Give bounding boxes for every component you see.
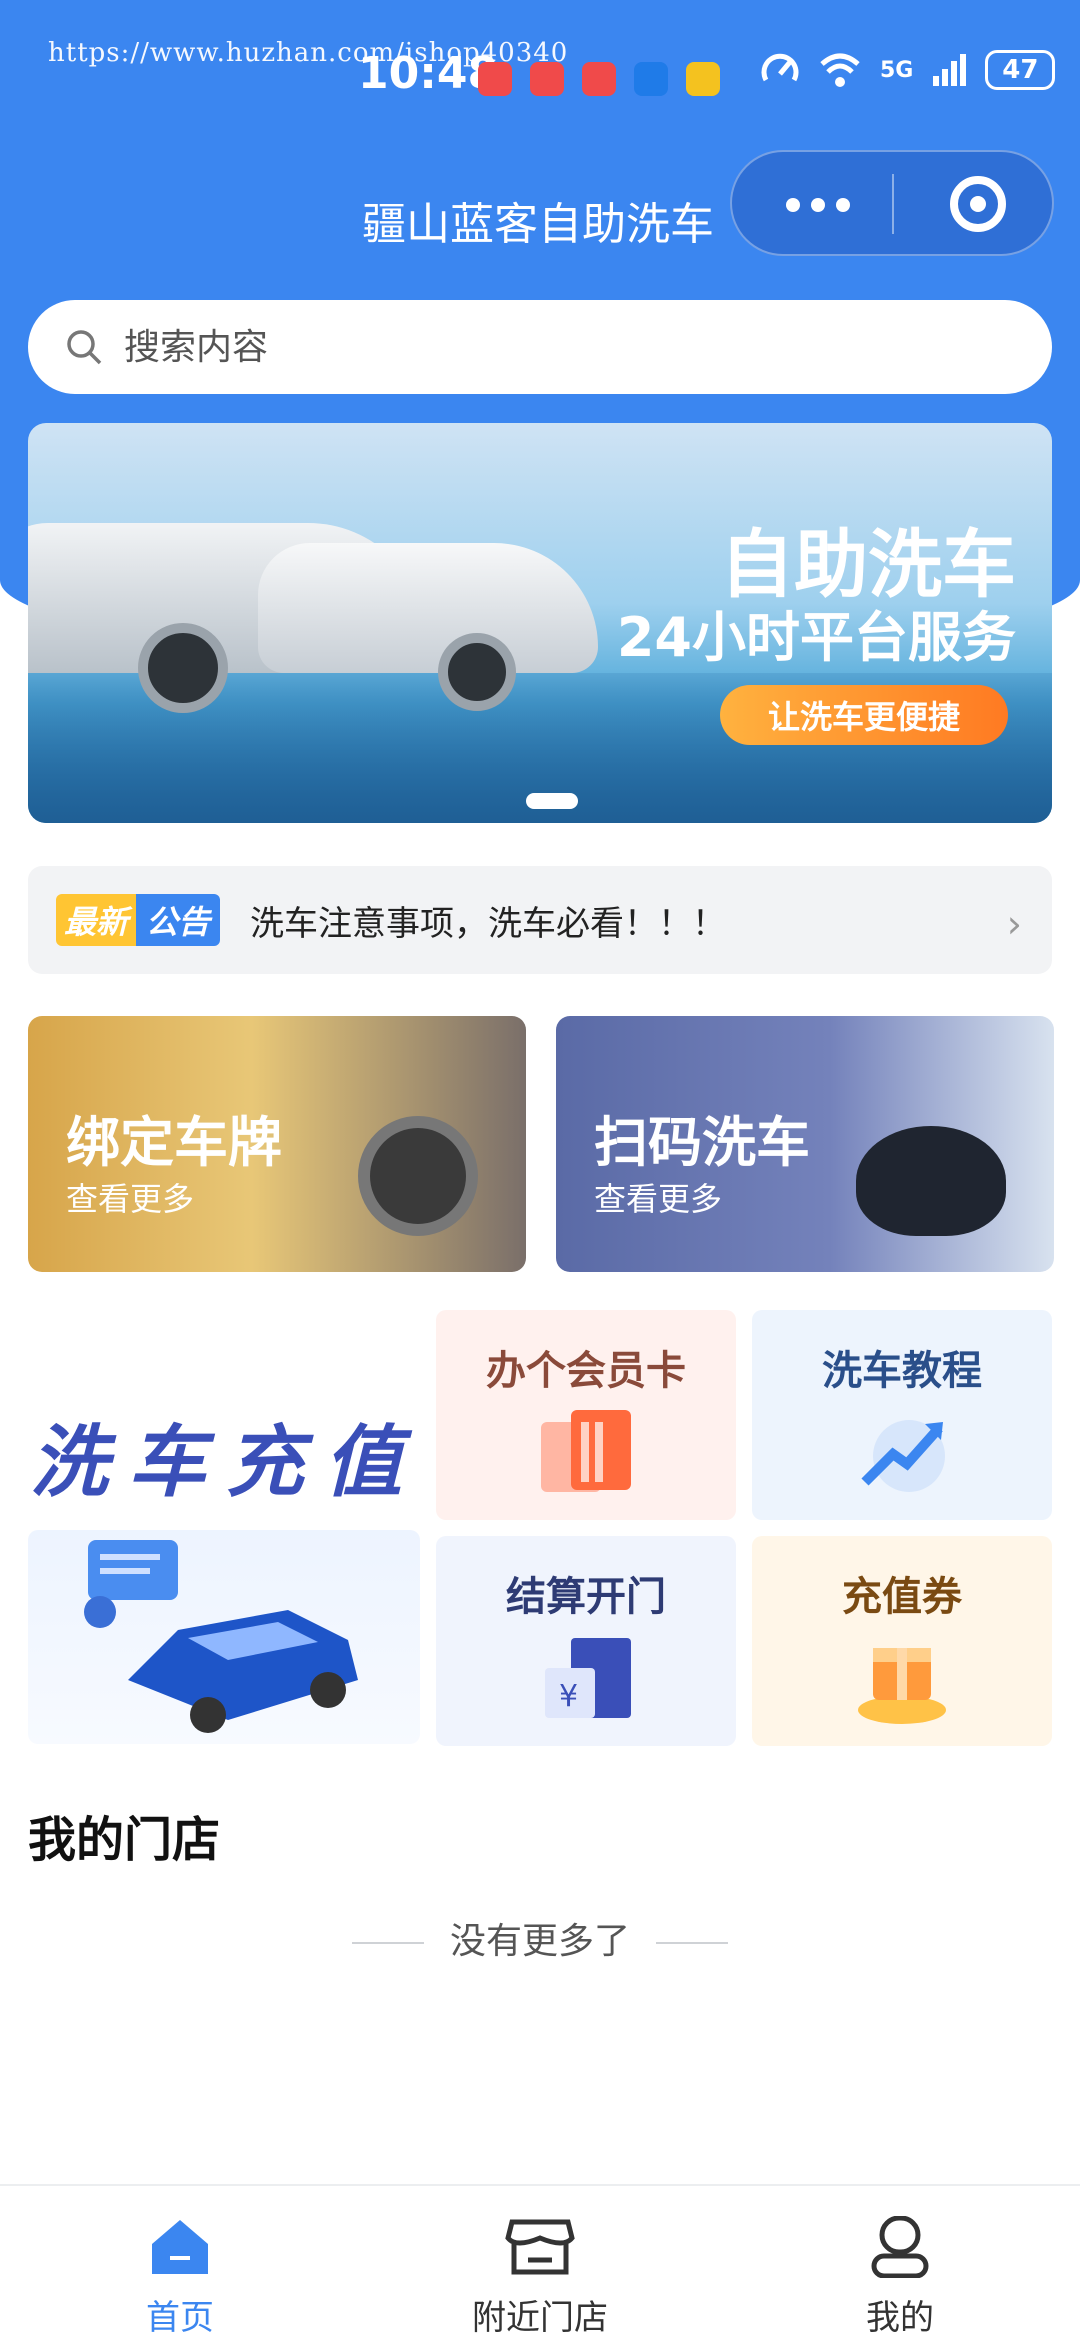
battery-level: 47: [1002, 55, 1039, 85]
home-icon: [152, 2220, 208, 2274]
notice-badge-left: 最新: [56, 894, 137, 946]
banner-subtitle: 24小时平台服务: [616, 606, 1016, 669]
member-card-tile[interactable]: 办个会员卡: [436, 1310, 736, 1520]
tile-label: 办个会员卡: [486, 1348, 686, 1394]
watermark: https://www.huzhan.com/ishop40340: [48, 38, 569, 68]
speed-icon: [761, 53, 799, 82]
notice-badge-right: 公告: [136, 894, 221, 946]
wash-tutorial-tile[interactable]: 洗车教程: [752, 1310, 1052, 1520]
search-bar[interactable]: [28, 300, 1052, 394]
scan-wash-card[interactable]: 扫码洗车 查看更多: [556, 1016, 1054, 1272]
svg-text:¥: ¥: [559, 1679, 578, 1714]
notice-text: 洗车注意事项，洗车必看！！！: [250, 903, 727, 944]
chevron-right-icon: ›: [1006, 902, 1022, 946]
page-title: 疆山蓝客自助洗车: [362, 199, 714, 250]
no-more-indicator: 没有更多了: [0, 1912, 1080, 1964]
wifi-icon: [820, 53, 860, 87]
car-wheel-image: [358, 1116, 478, 1236]
more-dots-icon[interactable]: [786, 198, 850, 212]
user-icon: [871, 2215, 929, 2279]
signal-label: 5G: [880, 57, 914, 83]
tab-mine[interactable]: 我的: [800, 2215, 1000, 2339]
battery-icon: 47: [985, 50, 1056, 90]
tile-label: 充值券: [842, 1574, 962, 1620]
app-notification-icon: [634, 62, 668, 96]
divider-line: [656, 1942, 728, 1944]
store-icon: [505, 2219, 575, 2275]
notice-bar[interactable]: 最新 公告 洗车注意事项，洗车必看！！！ ›: [28, 866, 1052, 974]
mini-program-capsule: [730, 150, 1054, 256]
target-circle-icon[interactable]: [950, 176, 1006, 232]
recharge-voucher-tile[interactable]: 充值券: [752, 1536, 1052, 1746]
my-stores-title: 我的门店: [28, 1812, 221, 1868]
carousel-indicator: [526, 793, 578, 809]
tile-label: 洗车教程: [822, 1348, 982, 1394]
checkout-door-icon: ¥: [545, 1638, 631, 1718]
search-input[interactable]: [122, 325, 926, 369]
card-subtitle: 查看更多: [594, 1180, 723, 1218]
no-more-text: 没有更多了: [449, 1921, 630, 1962]
search-icon: [67, 330, 102, 365]
car-mirror-image: [856, 1126, 1006, 1236]
recharge-car-image[interactable]: [28, 1530, 420, 1744]
card-subtitle: 查看更多: [66, 1180, 195, 1218]
car-image: [258, 513, 618, 713]
divider-line: [351, 1942, 424, 1944]
app-notification-icon: [582, 62, 616, 96]
tab-home[interactable]: 首页: [80, 2216, 280, 2339]
tutorial-chart-icon: [861, 1420, 945, 1492]
blue-car-icon: [84, 1540, 358, 1733]
member-card-icon: [541, 1410, 631, 1492]
tile-label: 结算开门: [506, 1574, 666, 1620]
wash-recharge-title[interactable]: 洗车充值: [30, 1400, 422, 1512]
capsule-divider: [892, 174, 894, 234]
tab-label: 首页: [146, 2298, 214, 2338]
voucher-box-icon: [858, 1648, 946, 1724]
bind-plate-card[interactable]: 绑定车牌 查看更多: [28, 1016, 526, 1272]
checkout-open-tile[interactable]: 结算开门 ¥: [436, 1536, 736, 1746]
tab-nearby-stores[interactable]: 附近门店: [440, 2216, 640, 2339]
status-right: 5G 47: [760, 50, 1056, 90]
banner-button[interactable]: 让洗车更便捷: [720, 685, 1008, 745]
promo-banner[interactable]: 自助洗车 24小时平台服务 让洗车更便捷: [28, 423, 1052, 823]
signal-icon: [933, 54, 967, 86]
tab-label: 附近门店: [472, 2298, 608, 2338]
card-title: 扫码洗车: [594, 1111, 810, 1174]
app-notification-icon: [686, 62, 720, 96]
notice-badge: 最新 公告: [56, 894, 221, 946]
tab-label: 我的: [866, 2298, 934, 2338]
bottom-tab-bar: 首页 附近门店 我的: [0, 2184, 1080, 2342]
card-title: 绑定车牌: [66, 1111, 282, 1174]
